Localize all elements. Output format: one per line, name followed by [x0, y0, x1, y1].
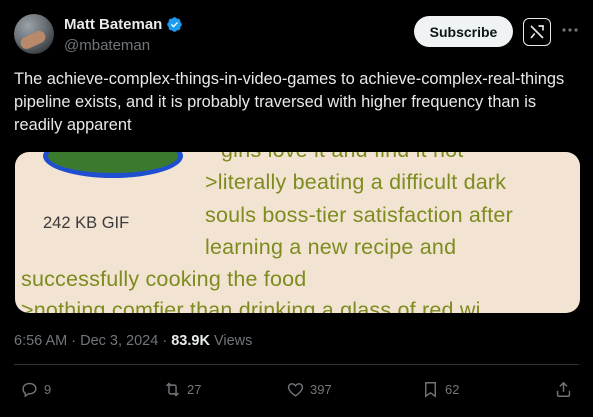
share-button[interactable] — [554, 380, 573, 399]
repost-count: 27 — [187, 382, 202, 397]
tweet-media-gif[interactable]: girls love it and find it hot >literally… — [15, 152, 580, 313]
subscribe-button[interactable]: Subscribe — [414, 16, 513, 47]
divider — [14, 364, 579, 365]
verified-badge-icon — [167, 17, 183, 32]
reply-icon — [22, 382, 37, 398]
more-button[interactable] — [560, 20, 582, 42]
tweet-header: Matt Bateman @mbateman Subscribe — [14, 14, 583, 58]
media-text-line: learning a new recipe and — [205, 235, 457, 259]
grok-button[interactable] — [523, 18, 551, 46]
author-name-row: Matt Bateman — [64, 16, 183, 33]
author-handle[interactable]: @mbateman — [64, 37, 150, 54]
media-text-line: >nothing comfier than drinking a glass o… — [21, 298, 481, 313]
repost-button[interactable]: 27 — [163, 380, 201, 399]
tweet-time[interactable]: 6:56 AM — [14, 333, 67, 349]
views-count: 83.9K — [171, 333, 210, 349]
meta-separator: · — [71, 333, 77, 349]
bookmark-icon — [425, 382, 436, 398]
media-text-line: girls love it and find it hot — [221, 152, 463, 163]
tweet-meta: 6:56 AM · Dec 3, 2024 · 83.9K Views — [14, 333, 252, 349]
more-icon — [562, 28, 578, 32]
tweet-date[interactable]: Dec 3, 2024 — [80, 333, 158, 349]
repost-icon — [166, 382, 179, 397]
media-image-fragment — [43, 152, 183, 178]
bookmark-button[interactable]: 62 — [421, 380, 459, 399]
author-name[interactable]: Matt Bateman — [64, 16, 162, 33]
share-icon — [556, 381, 571, 397]
gif-size-label: 242 KB GIF — [43, 214, 130, 232]
avatar[interactable] — [14, 14, 54, 54]
meta-separator: · — [162, 333, 168, 349]
reply-button[interactable]: 9 — [20, 380, 51, 399]
like-count: 397 — [310, 382, 332, 397]
bookmark-count: 62 — [445, 382, 460, 397]
tweet-text: The achieve-complex-things-in-video-game… — [14, 70, 565, 134]
media-text-line: souls boss-tier satisfaction after — [205, 203, 513, 227]
reply-count: 9 — [44, 382, 52, 397]
grok-icon — [530, 25, 544, 39]
media-text-line: >literally beating a difficult dark — [205, 170, 507, 194]
media-text-line: successfully cooking the food — [21, 267, 307, 291]
views-label: Views — [213, 333, 253, 349]
like-button[interactable]: 397 — [286, 380, 332, 399]
heart-icon — [287, 383, 304, 397]
action-bar: 9 27 397 62 — [14, 380, 580, 404]
